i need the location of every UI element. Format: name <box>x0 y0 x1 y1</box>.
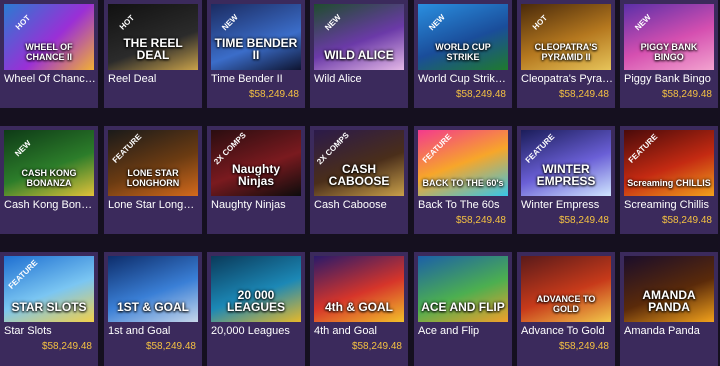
game-title[interactable]: Piggy Bank Bingo <box>624 73 716 85</box>
game-logo: CASH CABOOSE <box>328 161 390 189</box>
game-thumbnail[interactable]: Naughty Ninjas 2X COMPS <box>211 130 301 196</box>
game-title[interactable]: Wheel Of Chance... <box>4 73 96 85</box>
game-title[interactable]: Reel Deal <box>108 73 200 85</box>
game-thumbnail[interactable]: TIME BENDER II NEW <box>211 4 301 70</box>
game-tile[interactable]: WHEEL OF CHANCE II HOT Wheel Of Chance... <box>0 0 98 108</box>
game-thumbnail[interactable]: 20 000 LEAGUES <box>211 256 301 322</box>
jackpot-amount: $58,249.48 <box>455 89 506 100</box>
game-thumbnail[interactable]: THE REEL DEAL HOT <box>108 4 198 70</box>
game-tile[interactable]: STAR SLOTS FEATURE Star Slots $58,249.48 <box>0 252 98 366</box>
game-thumbnail[interactable]: LONE STAR LONGHORN FEATURE <box>108 130 198 196</box>
game-logo: CLEOPATRA'S PYRAMID II <box>534 42 598 62</box>
game-logo: WINTER EMPRESS <box>536 161 596 189</box>
game-title[interactable]: 4th and Goal <box>314 325 406 337</box>
game-title[interactable]: Star Slots <box>4 325 96 337</box>
game-logo: PIGGY BANK BINGO <box>640 42 698 62</box>
game-logo: Screaming CHILLIS <box>627 177 711 188</box>
game-logo: ACE AND FLIP <box>421 300 505 315</box>
game-tile[interactable]: 4th & GOAL 4th and Goal $58,249.48 <box>310 252 408 366</box>
game-tile[interactable]: CLEOPATRA'S PYRAMID II HOT Cleopatra's Pyr… <box>517 0 615 108</box>
game-logo: TIME BENDER II <box>214 35 298 63</box>
jackpot-amount: $58,249.48 <box>455 215 506 226</box>
game-title[interactable]: Advance To Gold <box>521 325 613 337</box>
game-title[interactable]: World Cup Strike ... <box>418 73 510 85</box>
game-thumbnail[interactable]: ACE AND FLIP <box>418 256 508 322</box>
game-title[interactable]: 20,000 Leagues <box>211 325 303 337</box>
game-tile[interactable]: TIME BENDER II NEW Time Bender II $58,249.4… <box>207 0 305 108</box>
game-tile[interactable]: ADVANCE TO GOLD Advance To Gold $58,249.48 <box>517 252 615 366</box>
game-thumbnail[interactable]: CASH KONG BONANZA NEW <box>4 130 94 196</box>
game-thumbnail[interactable]: CASH CABOOSE 2X COMPS <box>314 130 404 196</box>
game-logo: WHEEL OF CHANCE II <box>25 42 73 62</box>
game-title[interactable]: Cleopatra's Pyram... <box>521 73 613 85</box>
game-thumbnail[interactable]: STAR SLOTS FEATURE <box>4 256 94 322</box>
game-logo: Naughty Ninjas <box>232 161 280 189</box>
game-title[interactable]: Winter Empress <box>521 199 613 211</box>
game-thumbnail[interactable]: WINTER EMPRESS FEATURE <box>521 130 611 196</box>
game-tile[interactable]: WORLD CUP STRIKE NEW World Cup Strike ... $… <box>414 0 512 108</box>
game-thumbnail[interactable]: BACK TO THE 60's FEATURE <box>418 130 508 196</box>
game-logo: ADVANCE TO GOLD <box>536 294 596 314</box>
jackpot-amount: $58,249.48 <box>558 341 609 352</box>
game-thumbnail[interactable]: WILD ALICE NEW <box>314 4 404 70</box>
game-logo: THE REEL DEAL <box>123 35 183 63</box>
game-thumbnail[interactable]: WORLD CUP STRIKE NEW <box>418 4 508 70</box>
game-thumbnail[interactable]: ADVANCE TO GOLD <box>521 256 611 322</box>
jackpot-amount: $58,249.48 <box>558 89 609 100</box>
jackpot-amount: $58,249.48 <box>351 341 402 352</box>
game-tile[interactable]: Naughty Ninjas 2X COMPS Naughty Ninjas <box>207 126 305 234</box>
game-title[interactable]: Ace and Flip <box>418 325 510 337</box>
game-logo: STAR SLOTS <box>11 300 87 315</box>
jackpot-amount: $58,249.48 <box>661 215 712 226</box>
game-tile[interactable]: 20 000 LEAGUES 20,000 Leagues <box>207 252 305 366</box>
game-tile[interactable]: LONE STAR LONGHORN FEATURE Lone Star LongH… <box>104 126 202 234</box>
game-thumbnail[interactable]: CLEOPATRA'S PYRAMID II HOT <box>521 4 611 70</box>
game-logo: LONE STAR LONGHORN <box>126 168 180 188</box>
jackpot-amount: $58,249.48 <box>41 341 92 352</box>
game-title[interactable]: Time Bender II <box>211 73 303 85</box>
game-logo: 20 000 LEAGUES <box>226 287 285 315</box>
game-logo: BACK TO THE 60's <box>422 177 504 188</box>
game-thumbnail[interactable]: Screaming CHILLIS FEATURE <box>624 130 714 196</box>
game-thumbnail[interactable]: 1ST & GOAL <box>108 256 198 322</box>
jackpot-amount: $58,249.48 <box>661 89 712 100</box>
game-logo: 4th & GOAL <box>325 300 393 315</box>
game-tile[interactable]: BACK TO THE 60's FEATURE Back To The 60s $5… <box>414 126 512 234</box>
jackpot-amount: $58,249.48 <box>558 215 609 226</box>
badge-ribbon: FEATURE <box>420 132 454 165</box>
game-logo: CASH KONG BONANZA <box>21 168 77 188</box>
game-tile[interactable]: WINTER EMPRESS FEATURE Winter Empress $58,2… <box>517 126 615 234</box>
jackpot-amount: $58,249.48 <box>248 89 299 100</box>
game-tile[interactable]: PIGGY BANK BINGO NEW Piggy Bank Bingo $58,2… <box>620 0 718 108</box>
game-title[interactable]: Cash Caboose <box>314 199 406 211</box>
game-thumbnail[interactable]: AMANDA PANDA <box>624 256 714 322</box>
game-grid: WHEEL OF CHANCE II HOT Wheel Of Chance... T… <box>0 0 720 366</box>
game-tile[interactable]: AMANDA PANDA Amanda Panda <box>620 252 718 366</box>
game-logo: AMANDA PANDA <box>642 287 696 315</box>
game-thumbnail[interactable]: 4th & GOAL <box>314 256 404 322</box>
game-title[interactable]: Cash Kong Bonanza <box>4 199 96 211</box>
game-title[interactable]: Back To The 60s <box>418 199 510 211</box>
badge-ribbon: FEATURE <box>626 132 660 165</box>
game-tile[interactable]: Screaming CHILLIS FEATURE Screaming Chilli… <box>620 126 718 234</box>
game-tile[interactable]: CASH KONG BONANZA NEW Cash Kong Bonanza <box>0 126 98 234</box>
jackpot-amount: $58,249.48 <box>145 341 196 352</box>
game-title[interactable]: Screaming Chillis <box>624 199 716 211</box>
game-title[interactable]: Naughty Ninjas <box>211 199 303 211</box>
game-logo: WORLD CUP STRIKE <box>435 42 491 62</box>
game-tile[interactable]: WILD ALICE NEW Wild Alice <box>310 0 408 108</box>
game-thumbnail[interactable]: PIGGY BANK BINGO NEW <box>624 4 714 70</box>
game-title[interactable]: Amanda Panda <box>624 325 716 337</box>
game-tile[interactable]: THE REEL DEAL HOT Reel Deal <box>104 0 202 108</box>
game-title[interactable]: 1st and Goal <box>108 325 200 337</box>
game-logo: WILD ALICE <box>324 48 394 63</box>
game-tile[interactable]: ACE AND FLIP Ace and Flip <box>414 252 512 366</box>
game-title[interactable]: Lone Star LongHorn <box>108 199 200 211</box>
game-logo: 1ST & GOAL <box>116 300 189 315</box>
game-tile[interactable]: CASH CABOOSE 2X COMPS Cash Caboose <box>310 126 408 234</box>
game-thumbnail[interactable]: WHEEL OF CHANCE II HOT <box>4 4 94 70</box>
game-title[interactable]: Wild Alice <box>314 73 406 85</box>
game-tile[interactable]: 1ST & GOAL 1st and Goal $58,249.48 <box>104 252 202 366</box>
